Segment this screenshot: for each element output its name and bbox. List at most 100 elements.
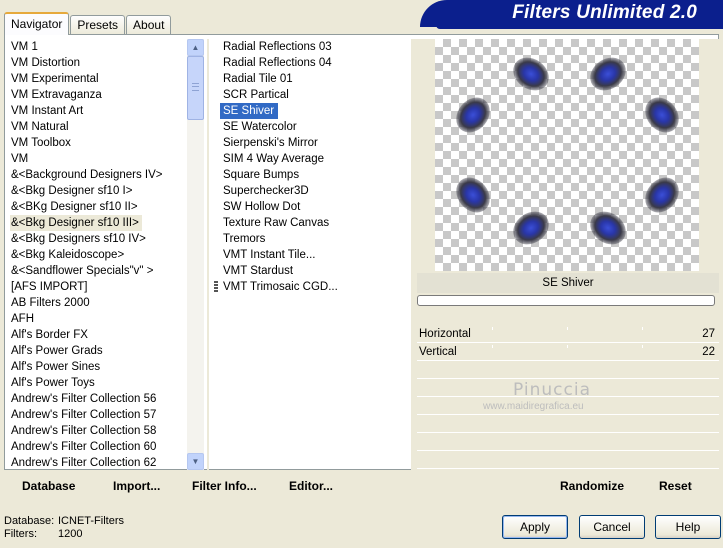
filter-item[interactable]: Square Bumps <box>220 167 410 183</box>
category-item[interactable]: VM Toolbox <box>10 135 186 151</box>
filter-item[interactable]: SIM 4 Way Average <box>220 151 410 167</box>
preview-image <box>435 39 699 271</box>
category-label: AB Filters 2000 <box>11 297 90 309</box>
category-label: &<Background Designers IV> <box>11 169 163 181</box>
filter-label: SE Watercolor <box>223 121 297 133</box>
category-label: VM 1 <box>11 41 38 53</box>
filter-label: Tremors <box>223 233 266 245</box>
filter-label: Radial Tile 01 <box>223 73 293 85</box>
category-label: &<Bkg Kaleidoscope> <box>11 249 125 261</box>
category-item[interactable]: AB Filters 2000 <box>10 295 186 311</box>
category-label: Andrew's Filter Collection 58 <box>11 425 157 437</box>
randomize-button[interactable]: Randomize <box>560 479 624 493</box>
filter-item[interactable]: Radial Reflections 04 <box>220 55 410 71</box>
import-button[interactable]: Import... <box>113 479 160 493</box>
category-item[interactable]: Andrew's Filter Collection 58 <box>10 423 186 439</box>
category-item[interactable]: Alf's Power Toys <box>10 375 186 391</box>
category-item[interactable]: &<Bkg Designers sf10 IV> <box>10 231 186 247</box>
category-item[interactable]: Alf's Power Grads <box>10 343 186 359</box>
filter-item[interactable]: SCR Partical <box>220 87 410 103</box>
category-item[interactable]: Alf's Border FX <box>10 327 186 343</box>
tab-bar: Navigator Presets About <box>4 12 172 35</box>
filter-item[interactable]: Sierpenski's Mirror <box>220 135 410 151</box>
category-item[interactable]: &<Bkg Designer sf10 III> <box>10 215 186 231</box>
category-scrollbar[interactable]: ▲ ▼ <box>187 39 204 470</box>
category-label: VM Distortion <box>11 57 81 69</box>
category-label: VM Extravaganza <box>11 89 102 101</box>
category-item[interactable]: &<Bkg Kaleidoscope> <box>10 247 186 263</box>
category-item[interactable]: [AFS IMPORT] <box>10 279 186 295</box>
category-item[interactable]: Andrew's Filter Collection 57 <box>10 407 186 423</box>
preview-blob <box>506 50 556 98</box>
filter-list[interactable]: Radial Reflections 03 Radial Reflections … <box>220 39 410 299</box>
preview-blob <box>638 170 686 220</box>
category-label: Alf's Power Sines <box>11 361 101 373</box>
category-item[interactable]: VM Experimental <box>10 71 186 87</box>
param-vertical[interactable]: Vertical 22 <box>417 343 719 361</box>
filter-label: SIM 4 Way Average <box>223 153 324 165</box>
filter-item[interactable]: SW Hollow Dot <box>220 199 410 215</box>
filter-item[interactable]: Radial Reflections 03 <box>220 39 410 55</box>
help-button[interactable]: Help <box>655 515 721 539</box>
filter-item[interactable]: SE Shiver <box>220 103 410 119</box>
category-label: &<Sandflower Specials"v" > <box>11 265 154 277</box>
category-label: VM Toolbox <box>11 137 71 149</box>
category-item[interactable]: &<Bkg Designer sf10 I> <box>10 183 186 199</box>
filter-info-button[interactable]: Filter Info... <box>192 479 257 493</box>
category-item[interactable]: Andrew's Filter Collection 62 <box>10 455 186 470</box>
status-filters-label: Filters: <box>4 528 37 540</box>
preview-area: SE Shiver Horizontal 27 Vertical 22 Pinu… <box>413 39 719 470</box>
status-database-value: ICNET-Filters <box>58 515 124 527</box>
category-item[interactable]: &<Background Designers IV> <box>10 167 186 183</box>
filter-item[interactable]: VMT Trimosaic CGD... <box>220 279 410 295</box>
filter-item[interactable]: Tremors <box>220 231 410 247</box>
preview-blob <box>583 50 633 98</box>
status-database: Database: ICNET-Filters <box>4 515 124 527</box>
filter-item[interactable]: Radial Tile 01 <box>220 71 410 87</box>
category-label: &<Bkg Designer sf10 I> <box>11 185 133 197</box>
scroll-thumb[interactable] <box>187 56 204 120</box>
param-horizontal[interactable]: Horizontal 27 <box>417 325 719 343</box>
category-item[interactable]: VM <box>10 151 186 167</box>
filter-item[interactable]: Superchecker3D <box>220 183 410 199</box>
category-item[interactable]: VM Natural <box>10 119 186 135</box>
filter-item[interactable]: SE Watercolor <box>220 119 410 135</box>
cancel-button[interactable]: Cancel <box>579 515 645 539</box>
scroll-up-button[interactable]: ▲ <box>187 39 204 56</box>
filter-label: Superchecker3D <box>223 185 309 197</box>
category-item[interactable]: VM 1 <box>10 39 186 55</box>
filter-label: Square Bumps <box>223 169 300 181</box>
apply-button[interactable]: Apply <box>502 515 568 539</box>
category-label: &<BKg Designer sf10 II> <box>11 201 138 213</box>
category-item[interactable]: VM Distortion <box>10 55 186 71</box>
category-item[interactable]: Andrew's Filter Collection 60 <box>10 439 186 455</box>
filter-item[interactable]: VMT Instant Tile... <box>220 247 410 263</box>
preview-blob <box>449 170 497 220</box>
param-value: 22 <box>702 346 715 358</box>
database-button[interactable]: Database <box>22 479 75 493</box>
category-label: [AFS IMPORT] <box>11 281 88 293</box>
preview-blob <box>638 90 686 140</box>
filter-item[interactable]: Texture Raw Canvas <box>220 215 410 231</box>
filter-label: SW Hollow Dot <box>223 201 301 213</box>
category-item[interactable]: Alf's Power Sines <box>10 359 186 375</box>
tab-presets[interactable]: Presets <box>70 15 126 35</box>
category-item[interactable]: &<BKg Designer sf10 II> <box>10 199 186 215</box>
category-item[interactable]: Andrew's Filter Collection 56 <box>10 391 186 407</box>
category-item[interactable]: VM Instant Art <box>10 103 186 119</box>
editor-button[interactable]: Editor... <box>289 479 333 493</box>
category-label: VM Instant Art <box>11 105 84 117</box>
tab-navigator[interactable]: Navigator <box>4 12 70 35</box>
filter-item[interactable]: VMT Stardust <box>220 263 410 279</box>
category-item[interactable]: &<Sandflower Specials"v" > <box>10 263 186 279</box>
category-item[interactable]: VM Extravaganza <box>10 87 186 103</box>
tab-about[interactable]: About <box>126 15 172 35</box>
category-item[interactable]: AFH <box>10 311 186 327</box>
preview-blob <box>583 204 633 252</box>
category-label: VM Experimental <box>11 73 99 85</box>
status-database-label: Database: <box>4 515 55 527</box>
category-label: Alf's Power Toys <box>11 377 95 389</box>
category-list[interactable]: VM 1 VM Distortion VM Experimental VM Extra… <box>10 39 186 470</box>
reset-button[interactable]: Reset <box>659 479 692 493</box>
scroll-down-button[interactable]: ▼ <box>187 453 204 470</box>
